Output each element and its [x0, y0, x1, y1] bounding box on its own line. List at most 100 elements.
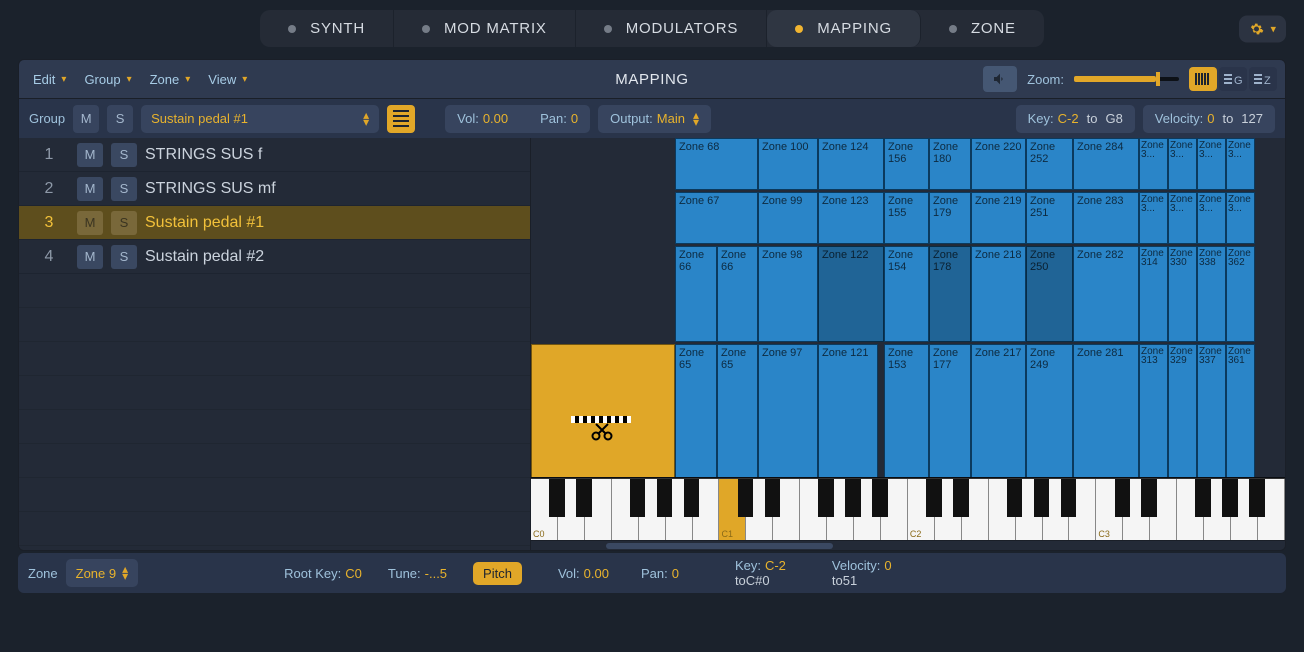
zone-cell[interactable]: Zone 284 [1073, 138, 1139, 190]
zone-cell[interactable]: Zone 66 [717, 246, 758, 342]
zone-cell[interactable]: Zone 252 [1026, 138, 1073, 190]
zone-pitch-button[interactable]: Pitch [473, 562, 522, 585]
black-key[interactable] [765, 479, 781, 517]
keyboard[interactable]: C0C1C2C3 [531, 478, 1285, 540]
black-key[interactable] [576, 479, 592, 517]
zone-cell[interactable]: Zone 65 [675, 344, 717, 478]
zone-root-key[interactable]: Root Key:C0 [284, 566, 362, 581]
zone-mapping-area[interactable]: Zone 68Zone 100Zone 124Zone 156Zone 180Z… [531, 138, 1285, 550]
view-group-list-button[interactable]: G [1219, 67, 1247, 91]
zone-cell[interactable]: Zone 98 [758, 246, 818, 342]
zone-cell[interactable]: Zone 178 [929, 246, 971, 342]
zone-cell[interactable]: Zone 121 [818, 344, 878, 478]
zone-vol[interactable]: Vol:0.00 [558, 566, 609, 581]
zone-cell[interactable]: Zone 362 [1226, 246, 1255, 342]
zone-cell[interactable]: Zone 313 [1139, 344, 1168, 478]
group-output[interactable]: Output:Main ▴▾ [598, 105, 711, 133]
white-key[interactable]: C2 [908, 479, 935, 540]
zone-cell[interactable]: Zone 179 [929, 192, 971, 244]
zone-cell[interactable]: Zone 217 [971, 344, 1026, 478]
black-key[interactable] [1222, 479, 1238, 517]
view-zone-list-button[interactable]: Z [1249, 67, 1277, 91]
zone-cell[interactable]: Zone 68 [675, 138, 758, 190]
zone-cell[interactable]: Zone 67 [675, 192, 758, 244]
zone-cell[interactable]: Zone 220 [971, 138, 1026, 190]
tab-modulators[interactable]: MODULATORS [576, 10, 767, 47]
mute-button[interactable]: M [77, 245, 103, 269]
zone-menu[interactable]: Zone▾ [144, 72, 197, 87]
white-key[interactable]: C1 [719, 479, 746, 540]
zone-key-range[interactable]: Key:C-2 toC#0 [735, 558, 786, 588]
zone-cell[interactable]: Zone 251 [1026, 192, 1073, 244]
zone-pan[interactable]: Pan:0 [641, 566, 679, 581]
black-key[interactable] [1141, 479, 1157, 517]
zone-cell[interactable]: Zone 65 [717, 344, 758, 478]
group-row[interactable]: 3 M S Sustain pedal #1 [19, 206, 530, 240]
group-vol-pan[interactable]: Vol:0.00 Pan:0 [445, 105, 590, 133]
zone-cell[interactable]: Zone 97 [758, 344, 818, 478]
mute-button[interactable]: M [77, 177, 103, 201]
black-key[interactable] [926, 479, 942, 517]
tab-mapping[interactable]: MAPPING [767, 10, 921, 47]
zone-cell[interactable]: Zone 361 [1226, 344, 1255, 478]
tab-mod-matrix[interactable]: MOD MATRIX [394, 10, 576, 47]
black-key[interactable] [1249, 479, 1265, 517]
black-key[interactable] [818, 479, 834, 517]
group-key-range[interactable]: Key:C-2 to G8 [1016, 105, 1135, 133]
zone-cell[interactable]: Zone 283 [1073, 192, 1139, 244]
zone-velocity-range[interactable]: Velocity:0 to51 [832, 558, 892, 588]
zone-cell[interactable]: Zone 281 [1073, 344, 1139, 478]
zone-cell[interactable]: Zone 3... [1197, 192, 1226, 244]
zone-tune[interactable]: Tune:-...5 [388, 566, 447, 581]
zone-name-selector[interactable]: Zone 9 ▴▾ [66, 559, 139, 587]
solo-button[interactable]: S [111, 245, 137, 269]
black-key[interactable] [657, 479, 673, 517]
black-key[interactable] [1195, 479, 1211, 517]
solo-button[interactable]: S [111, 177, 137, 201]
black-key[interactable] [1115, 479, 1131, 517]
zone-cell[interactable]: Zone 329 [1168, 344, 1197, 478]
zone-cell[interactable]: Zone 282 [1073, 246, 1139, 342]
zone-cell[interactable]: Zone 3... [1168, 138, 1197, 190]
zone-cell[interactable]: Zone 3... [1226, 138, 1255, 190]
zone-cell[interactable]: Zone 153 [884, 344, 929, 478]
zone-cell[interactable]: Zone 154 [884, 246, 929, 342]
horizontal-scrollbar[interactable] [531, 540, 1285, 550]
black-key[interactable] [549, 479, 565, 517]
white-key[interactable] [800, 479, 827, 540]
black-key[interactable] [684, 479, 700, 517]
zone-cell[interactable]: Zone 177 [929, 344, 971, 478]
tab-synth[interactable]: SYNTH [260, 10, 394, 47]
group-velocity-range[interactable]: Velocity:0 to 127 [1143, 105, 1275, 133]
black-key[interactable] [738, 479, 754, 517]
mute-button[interactable]: M [77, 143, 103, 167]
white-key[interactable] [989, 479, 1016, 540]
group-list-toggle[interactable] [387, 105, 415, 133]
black-key[interactable] [953, 479, 969, 517]
white-key[interactable]: C3 [1096, 479, 1123, 540]
zone-cell[interactable]: Zone 99 [758, 192, 818, 244]
zone-cell[interactable]: Zone 330 [1168, 246, 1197, 342]
preview-audio-button[interactable] [983, 66, 1017, 92]
black-key[interactable] [845, 479, 861, 517]
zone-cell[interactable]: Zone 124 [818, 138, 884, 190]
solo-button[interactable]: S [111, 211, 137, 235]
zone-cell[interactable]: Zone 156 [884, 138, 929, 190]
view-menu[interactable]: View▾ [202, 72, 253, 87]
zone-cell[interactable]: Zone 66 [675, 246, 717, 342]
black-key[interactable] [1007, 479, 1023, 517]
zone-cell[interactable]: Zone 3... [1197, 138, 1226, 190]
zone-cell[interactable]: Zone 338 [1197, 246, 1226, 342]
zone-cell[interactable]: Zone 3... [1226, 192, 1255, 244]
black-key[interactable] [630, 479, 646, 517]
mute-button[interactable]: M [77, 211, 103, 235]
settings-button[interactable]: ▾ [1239, 15, 1286, 42]
black-key[interactable] [1061, 479, 1077, 517]
zone-cell[interactable]: Zone 249 [1026, 344, 1073, 478]
group-menu[interactable]: Group▾ [78, 72, 137, 87]
zone-cell[interactable]: Zone 123 [818, 192, 884, 244]
group-name-selector[interactable]: Sustain pedal #1 ▴▾ [141, 105, 379, 133]
zone-cell[interactable]: Zone 180 [929, 138, 971, 190]
group-mute-button[interactable]: M [73, 105, 99, 133]
view-keyboard-button[interactable] [1189, 67, 1217, 91]
